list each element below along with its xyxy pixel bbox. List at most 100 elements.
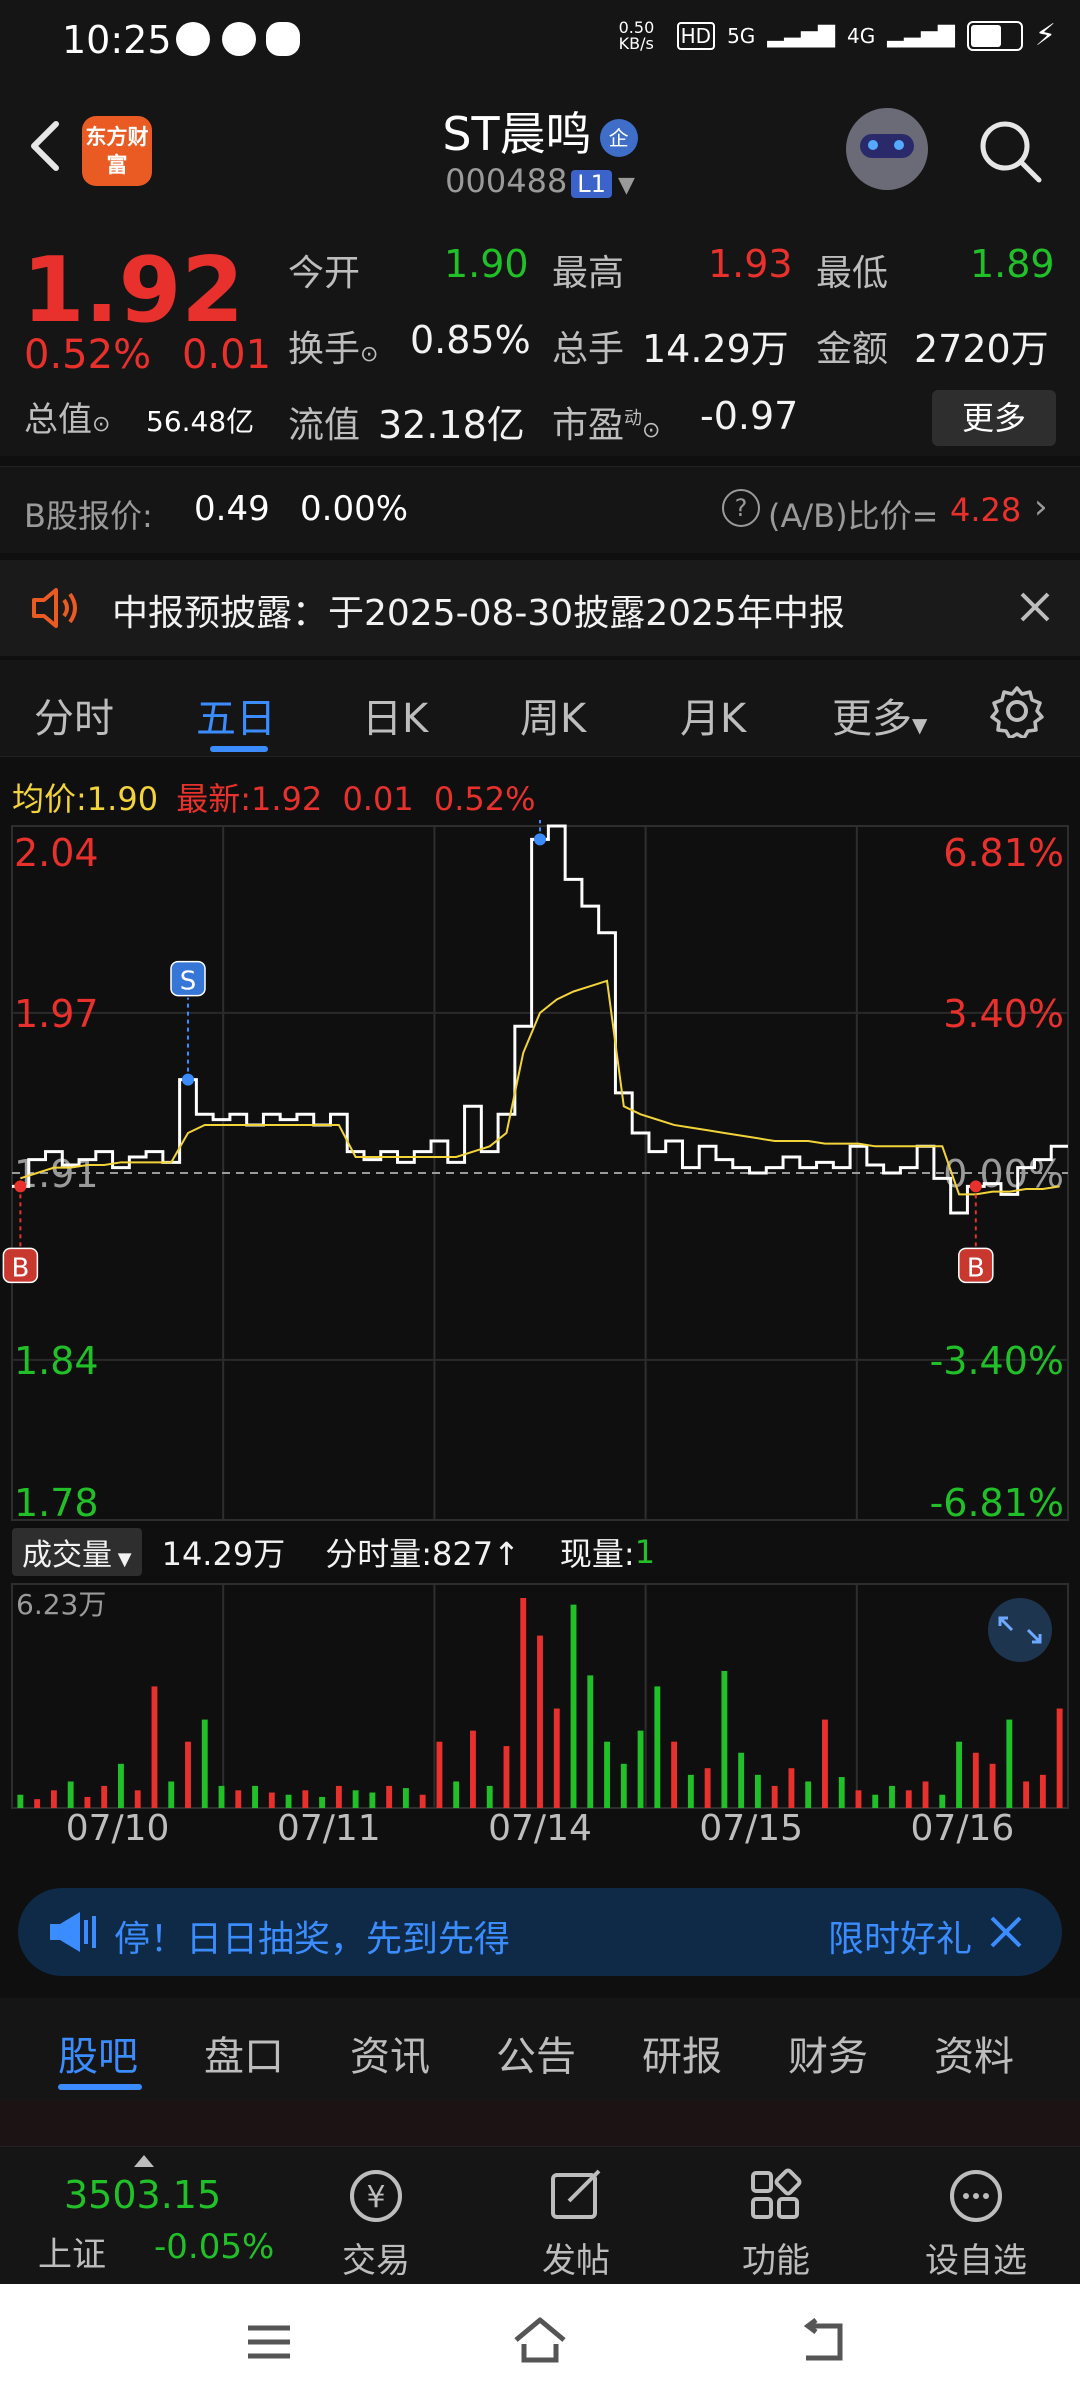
tab-order-book[interactable]: 盘口 [204,2024,284,2082]
volume-bar [352,1790,359,1808]
help-icon[interactable]: ? [722,489,760,527]
notice-bar[interactable]: 中报预披露：于2025-08-30披露2025年中报 [0,560,1080,656]
ad-banner[interactable]: 停！日日抽奖，先到先得 限时好礼 [18,1888,1062,1976]
tab-intraday[interactable]: 分时 [34,686,114,744]
change-amount: 0.01 [182,332,272,378]
volume-bar [738,1752,745,1808]
tab-underline [210,746,268,752]
volume-bar [822,1719,828,1808]
volume-bar [671,1741,678,1808]
low-label: 最低 [816,253,889,294]
functions-button[interactable]: 功能 [706,2165,846,2282]
home-icon[interactable] [510,2314,570,2366]
back-icon[interactable] [796,2318,850,2366]
tab-daily-k[interactable]: 日K [362,686,428,744]
volume-bar [553,1708,560,1808]
volume-bar [956,1741,962,1808]
volume-bar [285,1794,292,1808]
avg-label: 均价: [12,780,87,818]
volume-bar [268,1792,275,1808]
index-pct: -0.05% [154,2227,275,2267]
add-watchlist-button[interactable]: 设自选 [906,2165,1046,2282]
bottom-toolbar: 3503.15 上证 -0.05% ¥ 交易 发帖 功能 设自选 [0,2146,1080,2285]
b-share-pct: 0.00% [300,489,409,529]
tab-five-day[interactable]: 五日 [196,686,276,744]
now-volume-value: 1 [634,1533,656,1571]
volume-bar [151,1686,158,1808]
float-value: 32.18亿 [378,403,525,447]
level-badge: L1 [571,170,612,198]
volume-bar [503,1746,510,1808]
volume-bar [1023,1781,1030,1808]
current-price: 1.92 [22,238,245,343]
volume-bar [436,1741,443,1808]
chart-tabs: 分时 五日 日K 周K 月K 更多▼ [0,660,1080,757]
pe-label: 市盈动⊙ [552,405,661,446]
volume-bar [1039,1774,1046,1808]
price-tick-label: 2.04 [14,831,99,875]
volume-bar [201,1719,208,1808]
open-label: 今开 [288,253,361,294]
signal-5g: 5G [727,23,756,48]
tab-profile[interactable]: 资料 [934,2024,1014,2082]
volume-bar [838,1777,845,1808]
volume-bar [872,1794,879,1808]
tab-more[interactable]: 更多▼ [832,686,927,744]
buy-marker-label: B [967,1253,985,1283]
high-label: 最高 [552,253,625,294]
tab-news[interactable]: 资讯 [350,2024,430,2082]
trade-button[interactable]: ¥ 交易 [306,2165,446,2282]
stock-code: 000488 [445,162,568,200]
b-share-price: 0.49 [194,489,270,529]
x-axis-date-label: 07/11 [277,1808,381,1849]
more-quote-button[interactable]: 更多 [932,390,1056,446]
volume-bar [922,1781,929,1808]
tab-finance[interactable]: 财务 [788,2024,868,2082]
amount-value: 2720万 [914,327,1049,371]
hd-label: HD [676,21,716,50]
volume-total: 14.29万 [161,1535,286,1573]
volume-bar [604,1741,610,1808]
pct-tick-label: 6.81% [943,831,1064,875]
close-icon[interactable] [1018,590,1052,624]
b-share-row[interactable]: B股报价: 0.49 0.00% ? (A/B)比价= 4.28 › [0,466,1080,553]
post-button[interactable]: 发帖 [506,2165,646,2282]
tab-announcements[interactable]: 公告 [496,2024,576,2082]
index-widget[interactable]: 3503.15 上证 -0.05% [0,2147,300,2285]
volume-bar [34,1799,41,1808]
volume-bar [185,1741,191,1808]
b-share-label: B股报价: [24,497,153,535]
latest-label: 最新: [176,780,252,818]
search-icon[interactable] [975,116,1047,188]
volume-max-label: 6.23万 [16,1588,106,1621]
tab-guba[interactable]: 股吧 [58,2024,138,2082]
tab-monthly-k[interactable]: 月K [680,686,746,744]
volume-bar [704,1768,711,1808]
net-speed: 0.50 KB/s [618,17,655,53]
expand-icon [988,1598,1052,1662]
baidu-icon [176,22,210,56]
volume-bar [419,1794,426,1808]
price-tick-label: 1.97 [14,992,99,1036]
volume-bar [805,1781,812,1808]
volume-bar [1006,1719,1013,1808]
system-nav-bar [0,2284,1080,2408]
tab-research[interactable]: 研报 [642,2024,722,2082]
settings-gear-icon[interactable] [990,684,1044,738]
total-value-label: 总值⊙ [24,400,111,440]
menu-icon[interactable] [244,2322,294,2362]
signal-bars-icon: ▂▃▅▇ [767,23,835,48]
battery-icon [966,20,1023,51]
volume-bar [67,1781,74,1808]
tab-weekly-k[interactable]: 周K [520,686,586,744]
close-icon[interactable] [988,1914,1024,1950]
volume-bar [972,1752,979,1808]
charging-icon: ⚡ [1034,18,1056,53]
volume-bar [687,1774,694,1808]
volume-bar [771,1785,778,1808]
five-day-chart[interactable]: 2.04 6.81%1.97 3.40%1.91 0.00%1.84 -3.40%1.7… [0,820,1080,1880]
volume-selector[interactable]: 成交量 ▼ [12,1528,142,1576]
volume-bar [1056,1708,1063,1808]
robot-assistant-icon[interactable] [846,108,928,190]
volume-bar [520,1598,527,1808]
